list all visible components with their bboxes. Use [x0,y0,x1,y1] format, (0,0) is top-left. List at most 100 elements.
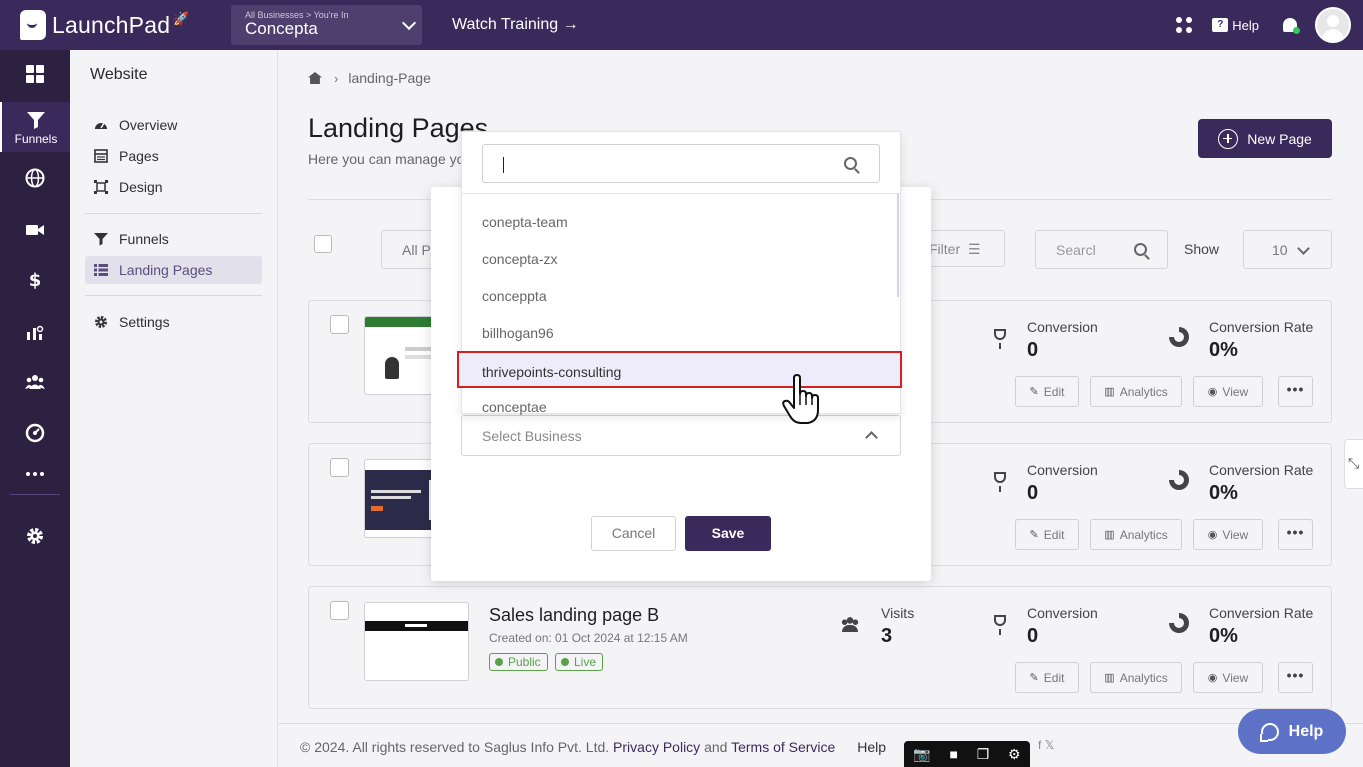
plus-circle-icon [1218,128,1239,149]
dropdown-option[interactable]: conceptae [462,388,900,425]
x-twitter-icon[interactable]: 𝕏 [1045,738,1055,752]
page-thumbnail[interactable] [364,602,469,681]
analytics-button[interactable]: ▥ Analytics [1090,662,1182,693]
dropdown-option-highlighted[interactable]: thrivepoints-consulting [457,351,902,388]
dropdown-search-input[interactable] [482,144,880,183]
view-button[interactable]: ◉ View [1193,376,1263,407]
sidebar-item-label: Overview [119,117,178,133]
card-checkbox[interactable] [330,315,349,334]
rail-dashboard[interactable] [0,64,70,84]
conversion-rate-value: 0% [1209,625,1238,647]
page-size-select[interactable]: 10 [1243,230,1332,269]
hand-cursor-icon [782,374,819,424]
sidebar-item-label: Design [119,179,163,195]
sidebar-item-design[interactable]: Design [85,173,262,201]
new-page-button[interactable]: New Page [1198,119,1332,158]
breadcrumb-current[interactable]: landing-Page [348,70,431,86]
search-icon [1134,243,1147,256]
chevron-right-icon: › [334,70,339,86]
gauge-icon [25,423,45,443]
edit-button[interactable]: ✎ Edit [1015,662,1079,693]
select-all-checkbox[interactable] [314,235,332,253]
copyright-text: © 2024. All rights reserved to Saglus In… [300,739,610,755]
business-selector[interactable]: All Businesses > You're In Concepta [231,5,422,45]
filter-button[interactable]: Filter ☰ [918,230,1005,267]
eye-icon: ◉ [1207,529,1218,541]
more-options-button[interactable]: ••• [1278,376,1313,407]
page-size-value: 10 [1272,242,1288,258]
side-drawer-tab[interactable]: ⤡ [1344,439,1363,489]
camera-icon[interactable]: 📷 [913,746,930,763]
privacy-policy-link[interactable]: Privacy Policy [613,739,700,755]
save-button[interactable]: Save [685,516,771,551]
sidebar-item-overview[interactable]: Overview [85,111,262,139]
more-options-button[interactable]: ••• [1278,662,1313,693]
rocket-icon: 🚀 [173,11,190,26]
dropdown-option[interactable]: conceppta [462,277,900,314]
sidebar-item-funnels[interactable]: Funnels [85,225,262,253]
analytics-icon [27,325,44,340]
avatar[interactable] [1315,7,1351,43]
search-input[interactable]: Searcl [1035,230,1168,269]
home-icon[interactable] [308,72,322,84]
rail-videos[interactable] [0,220,70,240]
bar-chart-icon: ▥ [1104,529,1115,541]
help-chat-button[interactable]: Help [1238,709,1346,754]
rail-divider [10,494,60,495]
rail-analytics[interactable] [0,322,70,342]
edit-button[interactable]: ✎ Edit [1015,519,1079,550]
sidebar-item-landing-pages[interactable]: Landing Pages [85,256,262,284]
gear-icon [27,528,43,544]
view-button[interactable]: ◉ View [1193,519,1263,550]
conversion-label: Conversion [1027,462,1098,478]
video-icon[interactable]: ■ [950,746,958,762]
rail-websites[interactable] [0,168,70,188]
sidebar-title: Website [90,66,148,83]
view-label: View [1222,670,1249,685]
dropdown-option[interactable]: conepta-team [462,203,900,240]
analytics-label: Analytics [1119,384,1168,399]
pie-chart-icon [1169,470,1189,490]
rail-settings[interactable] [0,526,70,546]
footer-help-link[interactable]: Help [857,739,886,755]
sliders-icon: ☰ [968,241,981,257]
sidebar-item-pages[interactable]: Pages [85,142,262,170]
dropdown-divider [462,193,900,194]
analytics-button[interactable]: ▥ Analytics [1090,519,1182,550]
gear-icon[interactable]: ⚙ [1008,746,1021,763]
sidebar-item-settings[interactable]: Settings [85,308,262,336]
dashboard-grid-icon [26,65,44,83]
window-icon[interactable]: ❐ [977,746,990,763]
rail-contacts[interactable] [0,372,70,392]
edit-button[interactable]: ✎ Edit [1015,376,1079,407]
analytics-label: Analytics [1119,527,1168,542]
logo[interactable]: LaunchPad 🚀 [20,10,225,40]
facebook-icon[interactable]: f [1038,738,1041,752]
sidebar-divider [85,213,262,214]
bell-icon[interactable] [1283,18,1300,34]
card-checkbox[interactable] [330,601,349,620]
globe-icon [25,168,45,188]
rail-reports[interactable] [0,423,70,443]
edit-label: Edit [1043,670,1065,685]
apps-grid-icon[interactable] [1176,17,1193,33]
analytics-button[interactable]: ▥ Analytics [1090,376,1182,407]
dropdown-option[interactable]: billhogan96 [462,314,900,351]
search-icon [844,157,857,170]
page-name[interactable]: Sales landing page B [489,605,659,626]
rail-more[interactable] [0,464,70,484]
more-options-button[interactable]: ••• [1278,519,1313,550]
cancel-button[interactable]: Cancel [591,516,676,551]
rail-funnels[interactable]: Funnels [0,102,70,152]
view-label: View [1222,384,1249,399]
breadcrumb: › landing-Page [308,70,431,86]
dropdown-option[interactable]: concepta-zx [462,240,900,277]
watch-training-link[interactable]: Watch Training → [452,16,579,34]
pencil-icon: ✎ [1029,386,1039,398]
view-button[interactable]: ◉ View [1193,662,1263,693]
terms-link[interactable]: Terms of Service [731,739,835,755]
card-checkbox[interactable] [330,458,349,477]
help-button[interactable]: ? Help [1212,18,1259,33]
live-badge: Live [555,653,604,671]
rail-payments[interactable]: $ [0,270,70,290]
